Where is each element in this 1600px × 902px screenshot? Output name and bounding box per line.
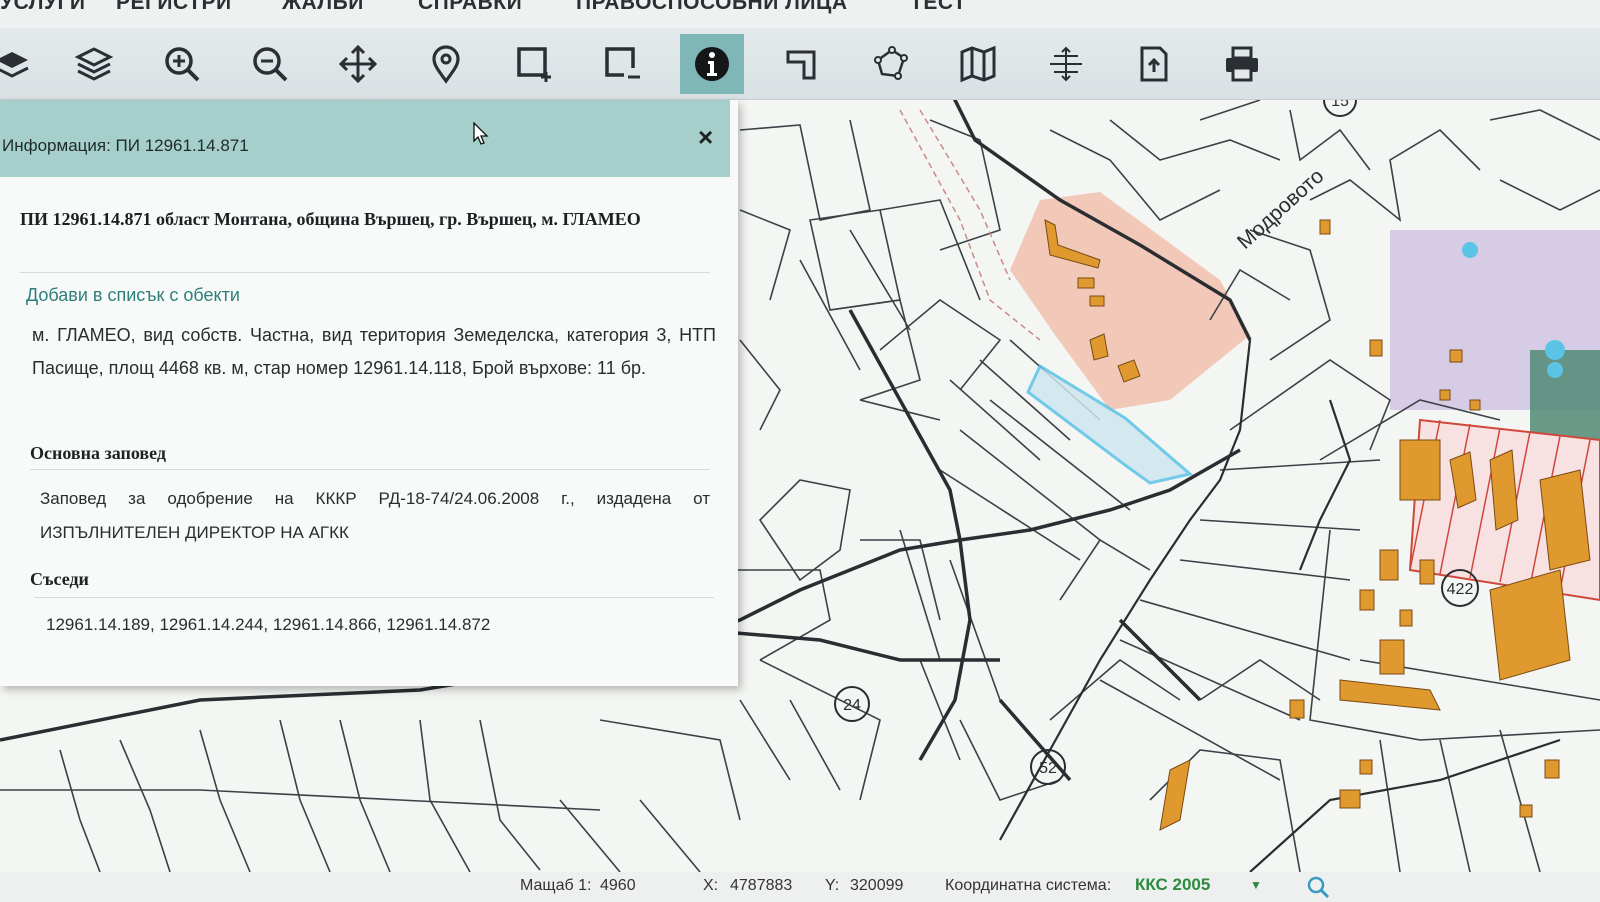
add-to-list-link[interactable]: Добави в списък с обекти [26,285,240,306]
parcel-description: м. ГЛАМЕО, вид собств. Частна, вид терит… [32,325,716,378]
menu-item-services[interactable]: УСЛУГИ [0,0,86,15]
menu-item-complaints[interactable]: ЖАЛБИ [282,0,364,15]
map-toolbar [0,28,1600,100]
menu-item-registers[interactable]: РЕГИСТРИ [116,0,232,15]
divider [20,272,710,273]
order-text: Заповед за одобрение на КККР РД-18-74/24… [40,489,710,542]
polygon-button[interactable] [858,34,922,94]
map-book-button[interactable] [946,34,1010,94]
parcel-number-15: 15 [1331,100,1349,110]
parcel-number-422: 422 [1447,581,1474,598]
status-bar: Мащаб 1: 4960 X: 4787883 Y: 320099 Коорд… [0,872,1600,902]
crs-value[interactable]: ККС 2005 [1135,875,1210,895]
scale-value: 4960 [600,877,636,894]
chevron-down-icon[interactable]: ▼ [1250,878,1262,892]
divider [34,597,714,598]
crs-label: Координатна система: [945,877,1112,894]
y-coord-value: 320099 [850,877,904,894]
location-pin-icon [432,45,460,84]
menu-item-references[interactable]: СПРАВКИ [418,0,522,15]
info-panel-title: Информация: ПИ 12961.14.871 [2,136,249,155]
neighbors-heading: Съседи [30,569,89,589]
x-coord-label: X: [703,877,719,894]
y-coord-label: Y: [825,877,840,894]
scale-label: Мащаб 1: [520,877,592,894]
info-panel-body: ПИ 12961.14.871 област Монтана, община В… [0,177,738,686]
crosshair-button[interactable] [1034,34,1098,94]
zoom-out-icon [253,47,288,82]
crosshair-icon [1050,46,1082,82]
print-button[interactable] [1210,34,1274,94]
zoom-in-icon [165,47,200,82]
parcel-number-24: 24 [843,697,861,714]
layers-icon [0,52,29,78]
top-menu: УСЛУГИ РЕГИСТРИ ЖАЛБИ СПРАВКИ ПРАВОСПОСО… [0,0,1600,28]
export-button[interactable] [1122,34,1186,94]
export-icon [1140,46,1168,82]
menu-item-licensed-persons[interactable]: ПРАВОСПОСОБНИ ЛИЦА [576,0,848,15]
menu-item-test[interactable]: ТЕСТ [910,0,966,15]
layers-partial-button[interactable] [0,34,44,94]
deselect-area-button[interactable] [590,34,654,94]
zoom-out-button[interactable] [238,34,302,94]
polygon-icon [874,46,908,80]
map-icon [960,45,996,83]
select-area-button[interactable] [502,34,566,94]
info-panel: Информация: ПИ 12961.14.871 × ПИ 12961.1… [0,100,738,686]
layers-icon [74,47,114,81]
order-heading: Основна заповед [30,443,167,463]
neighbors-list: 12961.14.189, 12961.14.244, 12961.14.866… [46,615,491,634]
parcel-heading: ПИ 12961.14.871 област Монтана, община В… [20,209,641,229]
measure-button[interactable] [770,34,834,94]
info-panel-header: Информация: ПИ 12961.14.871 × [0,100,730,177]
print-icon [1226,46,1258,82]
mouse-cursor-icon [473,122,489,145]
measure-icon [786,50,816,80]
close-icon[interactable]: × [698,122,713,153]
pan-button[interactable] [326,34,390,94]
parcel-number-52: 52 [1039,760,1057,777]
x-coord-value: 4787883 [730,877,793,894]
info-icon [695,47,729,81]
info-button[interactable] [680,34,744,94]
move-icon [338,44,378,84]
search-icon[interactable] [1306,875,1330,899]
layers-button[interactable] [62,34,126,94]
deselect-rect-icon [605,47,640,79]
location-button[interactable] [414,34,478,94]
zoom-in-button[interactable] [150,34,214,94]
select-rect-icon [517,47,551,82]
divider [30,469,710,470]
